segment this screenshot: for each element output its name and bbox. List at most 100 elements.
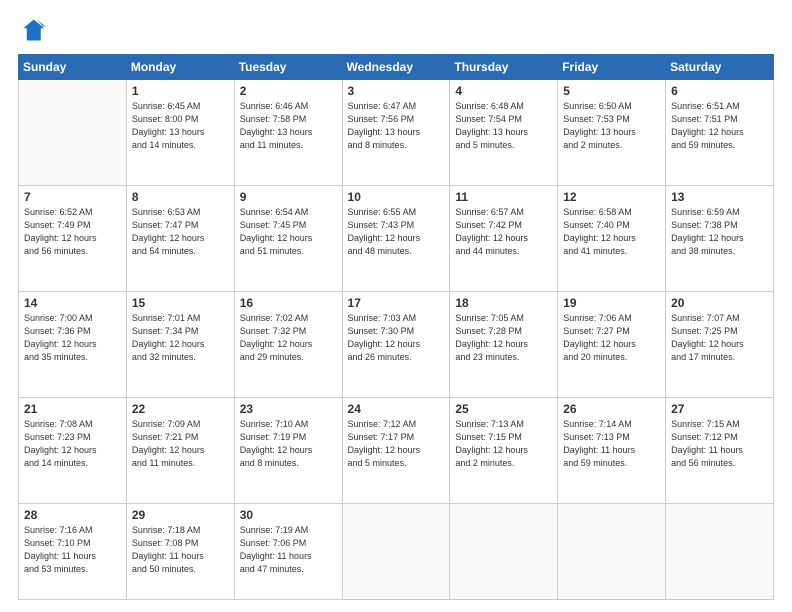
- day-info: Sunrise: 7:00 AMSunset: 7:36 PMDaylight:…: [24, 312, 121, 364]
- day-info: Sunrise: 7:16 AMSunset: 7:10 PMDaylight:…: [24, 524, 121, 576]
- day-info: Sunrise: 7:13 AMSunset: 7:15 PMDaylight:…: [455, 418, 552, 470]
- day-number: 3: [348, 84, 445, 98]
- weekday-header-saturday: Saturday: [666, 55, 774, 80]
- calendar-cell: 29 Sunrise: 7:18 AMSunset: 7:08 PMDayligh…: [126, 503, 234, 599]
- day-info: Sunrise: 6:45 AMSunset: 8:00 PMDaylight:…: [132, 100, 229, 152]
- day-number: 19: [563, 296, 660, 310]
- day-info: Sunrise: 7:05 AMSunset: 7:28 PMDaylight:…: [455, 312, 552, 364]
- day-info: Sunrise: 7:19 AMSunset: 7:06 PMDaylight:…: [240, 524, 337, 576]
- day-info: Sunrise: 6:55 AMSunset: 7:43 PMDaylight:…: [348, 206, 445, 258]
- calendar-cell: 25 Sunrise: 7:13 AMSunset: 7:15 PMDayligh…: [450, 397, 558, 503]
- calendar-cell: 4 Sunrise: 6:48 AMSunset: 7:54 PMDaylight…: [450, 80, 558, 186]
- day-info: Sunrise: 7:06 AMSunset: 7:27 PMDaylight:…: [563, 312, 660, 364]
- week-row-4: 21 Sunrise: 7:08 AMSunset: 7:23 PMDayligh…: [19, 397, 774, 503]
- header: [18, 16, 774, 44]
- day-number: 7: [24, 190, 121, 204]
- day-number: 17: [348, 296, 445, 310]
- calendar-cell: 7 Sunrise: 6:52 AMSunset: 7:49 PMDaylight…: [19, 185, 127, 291]
- day-number: 15: [132, 296, 229, 310]
- page: SundayMondayTuesdayWednesdayThursdayFrid…: [0, 0, 792, 612]
- day-info: Sunrise: 7:01 AMSunset: 7:34 PMDaylight:…: [132, 312, 229, 364]
- day-number: 11: [455, 190, 552, 204]
- calendar-cell: 11 Sunrise: 6:57 AMSunset: 7:42 PMDayligh…: [450, 185, 558, 291]
- weekday-header-tuesday: Tuesday: [234, 55, 342, 80]
- calendar-cell: [558, 503, 666, 599]
- weekday-header-friday: Friday: [558, 55, 666, 80]
- day-info: Sunrise: 6:53 AMSunset: 7:47 PMDaylight:…: [132, 206, 229, 258]
- day-info: Sunrise: 6:54 AMSunset: 7:45 PMDaylight:…: [240, 206, 337, 258]
- calendar-cell: 20 Sunrise: 7:07 AMSunset: 7:25 PMDayligh…: [666, 291, 774, 397]
- day-info: Sunrise: 6:52 AMSunset: 7:49 PMDaylight:…: [24, 206, 121, 258]
- calendar-cell: 28Sunrise: 7:16 AMSunset: 7:10 PMDayligh…: [19, 503, 127, 599]
- day-info: Sunrise: 6:47 AMSunset: 7:56 PMDaylight:…: [348, 100, 445, 152]
- day-number: 12: [563, 190, 660, 204]
- week-row-5: 28Sunrise: 7:16 AMSunset: 7:10 PMDayligh…: [19, 503, 774, 599]
- day-number: 24: [348, 402, 445, 416]
- calendar-cell: 23 Sunrise: 7:10 AMSunset: 7:19 PMDayligh…: [234, 397, 342, 503]
- day-number: 21: [24, 402, 121, 416]
- day-info: Sunrise: 6:48 AMSunset: 7:54 PMDaylight:…: [455, 100, 552, 152]
- calendar-cell: 10 Sunrise: 6:55 AMSunset: 7:43 PMDayligh…: [342, 185, 450, 291]
- calendar-cell: 13 Sunrise: 6:59 AMSunset: 7:38 PMDayligh…: [666, 185, 774, 291]
- day-number: 8: [132, 190, 229, 204]
- day-info: Sunrise: 7:18 AMSunset: 7:08 PMDaylight:…: [132, 524, 229, 576]
- day-number: 20: [671, 296, 768, 310]
- calendar-cell: 1 Sunrise: 6:45 AMSunset: 8:00 PMDaylight…: [126, 80, 234, 186]
- day-number: 30: [240, 508, 337, 522]
- calendar-cell: 24 Sunrise: 7:12 AMSunset: 7:17 PMDayligh…: [342, 397, 450, 503]
- day-info: Sunrise: 7:02 AMSunset: 7:32 PMDaylight:…: [240, 312, 337, 364]
- day-info: Sunrise: 7:15 AMSunset: 7:12 PMDaylight:…: [671, 418, 768, 470]
- day-number: 1: [132, 84, 229, 98]
- calendar-cell: 9 Sunrise: 6:54 AMSunset: 7:45 PMDaylight…: [234, 185, 342, 291]
- day-number: 18: [455, 296, 552, 310]
- day-number: 5: [563, 84, 660, 98]
- day-number: 22: [132, 402, 229, 416]
- day-info: Sunrise: 7:12 AMSunset: 7:17 PMDaylight:…: [348, 418, 445, 470]
- calendar-cell: 6 Sunrise: 6:51 AMSunset: 7:51 PMDaylight…: [666, 80, 774, 186]
- calendar-cell: 30 Sunrise: 7:19 AMSunset: 7:06 PMDayligh…: [234, 503, 342, 599]
- calendar-cell: 27 Sunrise: 7:15 AMSunset: 7:12 PMDayligh…: [666, 397, 774, 503]
- week-row-1: 1 Sunrise: 6:45 AMSunset: 8:00 PMDaylight…: [19, 80, 774, 186]
- day-info: Sunrise: 7:10 AMSunset: 7:19 PMDaylight:…: [240, 418, 337, 470]
- calendar-cell: 19 Sunrise: 7:06 AMSunset: 7:27 PMDayligh…: [558, 291, 666, 397]
- day-info: Sunrise: 7:07 AMSunset: 7:25 PMDaylight:…: [671, 312, 768, 364]
- day-number: 9: [240, 190, 337, 204]
- logo: [18, 16, 50, 44]
- day-info: Sunrise: 7:09 AMSunset: 7:21 PMDaylight:…: [132, 418, 229, 470]
- weekday-header-thursday: Thursday: [450, 55, 558, 80]
- calendar-cell: 15 Sunrise: 7:01 AMSunset: 7:34 PMDayligh…: [126, 291, 234, 397]
- calendar-cell: 21 Sunrise: 7:08 AMSunset: 7:23 PMDayligh…: [19, 397, 127, 503]
- day-number: 23: [240, 402, 337, 416]
- week-row-3: 14Sunrise: 7:00 AMSunset: 7:36 PMDayligh…: [19, 291, 774, 397]
- calendar-cell: 22 Sunrise: 7:09 AMSunset: 7:21 PMDayligh…: [126, 397, 234, 503]
- logo-icon: [18, 16, 46, 44]
- day-info: Sunrise: 7:08 AMSunset: 7:23 PMDaylight:…: [24, 418, 121, 470]
- day-info: Sunrise: 6:51 AMSunset: 7:51 PMDaylight:…: [671, 100, 768, 152]
- day-number: 16: [240, 296, 337, 310]
- day-number: 27: [671, 402, 768, 416]
- calendar-table: SundayMondayTuesdayWednesdayThursdayFrid…: [18, 54, 774, 600]
- day-info: Sunrise: 6:57 AMSunset: 7:42 PMDaylight:…: [455, 206, 552, 258]
- weekday-header-sunday: Sunday: [19, 55, 127, 80]
- day-number: 2: [240, 84, 337, 98]
- day-info: Sunrise: 7:03 AMSunset: 7:30 PMDaylight:…: [348, 312, 445, 364]
- day-info: Sunrise: 7:14 AMSunset: 7:13 PMDaylight:…: [563, 418, 660, 470]
- day-number: 25: [455, 402, 552, 416]
- calendar-cell: 14Sunrise: 7:00 AMSunset: 7:36 PMDayligh…: [19, 291, 127, 397]
- day-number: 6: [671, 84, 768, 98]
- calendar-cell: 18 Sunrise: 7:05 AMSunset: 7:28 PMDayligh…: [450, 291, 558, 397]
- day-info: Sunrise: 6:59 AMSunset: 7:38 PMDaylight:…: [671, 206, 768, 258]
- calendar-cell: 16 Sunrise: 7:02 AMSunset: 7:32 PMDayligh…: [234, 291, 342, 397]
- day-number: 13: [671, 190, 768, 204]
- calendar-cell: 26 Sunrise: 7:14 AMSunset: 7:13 PMDayligh…: [558, 397, 666, 503]
- calendar-cell: [450, 503, 558, 599]
- day-number: 29: [132, 508, 229, 522]
- day-number: 10: [348, 190, 445, 204]
- day-number: 26: [563, 402, 660, 416]
- day-info: Sunrise: 6:46 AMSunset: 7:58 PMDaylight:…: [240, 100, 337, 152]
- week-row-2: 7 Sunrise: 6:52 AMSunset: 7:49 PMDaylight…: [19, 185, 774, 291]
- calendar-cell: [342, 503, 450, 599]
- day-info: Sunrise: 6:58 AMSunset: 7:40 PMDaylight:…: [563, 206, 660, 258]
- day-number: 4: [455, 84, 552, 98]
- calendar-cell: 3 Sunrise: 6:47 AMSunset: 7:56 PMDaylight…: [342, 80, 450, 186]
